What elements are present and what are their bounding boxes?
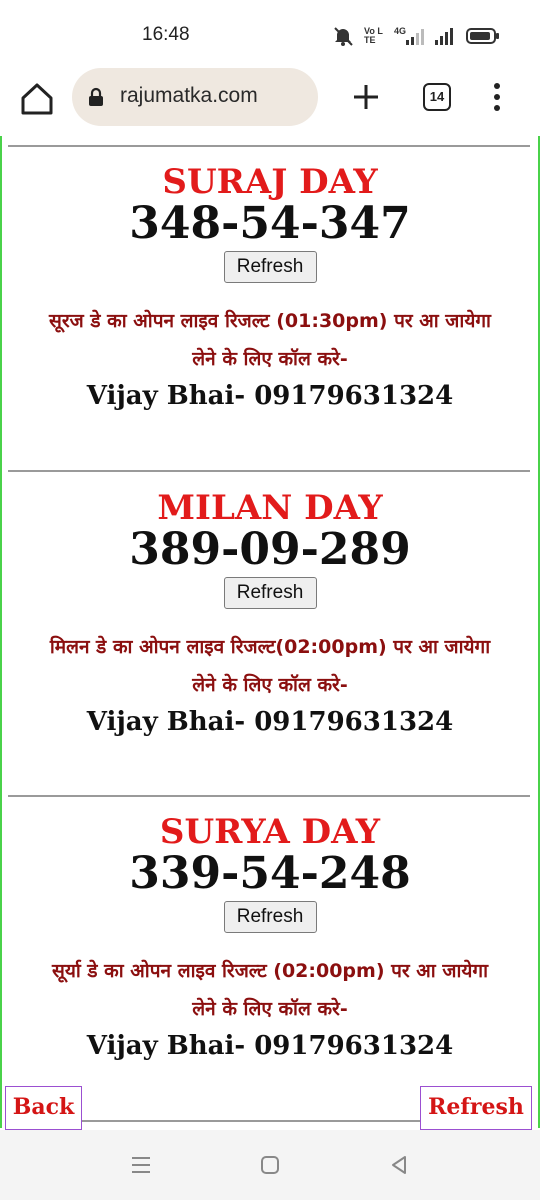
status-time: 16:48	[142, 24, 190, 45]
game-title: MILAN DAY	[157, 488, 383, 528]
call-text: लेने के लिए कॉल करे-	[192, 674, 348, 696]
game-title: SURAJ DAY	[162, 162, 378, 202]
tab-switcher-button[interactable]: 14	[423, 83, 451, 111]
battery-icon	[466, 28, 499, 44]
game-result: 348-54-347	[129, 198, 411, 249]
new-tab-icon[interactable]	[351, 82, 381, 112]
divider	[8, 145, 530, 147]
back-button[interactable]: Back	[5, 1086, 82, 1130]
recents-icon[interactable]	[130, 1155, 152, 1175]
call-text: लेने के लिए कॉल करे-	[192, 348, 348, 370]
result-time-text: सूर्या डे का ओपन लाइव रिजल्ट (02:00pm) प…	[52, 960, 488, 982]
home-nav-icon[interactable]	[260, 1155, 280, 1175]
4g-signal-icon: 4G	[394, 26, 424, 45]
game-result: 389-09-289	[129, 524, 411, 575]
game-block-surya-day: SURYA DAY 339-54-248 Refresh सूर्या डे क…	[0, 812, 540, 1061]
system-nav-bar	[0, 1130, 540, 1200]
status-bar: 16:48 Vo LTE 4G	[0, 0, 540, 68]
page-border-left	[0, 136, 2, 1128]
result-time-text: मिलन डे का ओपन लाइव रिजल्ट(02:00pm) पर आ…	[49, 636, 491, 658]
contact-number: Vijay Bhai- 09179631324	[86, 381, 454, 411]
contact-number: Vijay Bhai- 09179631324	[86, 707, 454, 737]
volte-icon: Vo LTE	[364, 27, 384, 45]
svg-text:4G: 4G	[394, 26, 406, 36]
page-refresh-button[interactable]: Refresh	[420, 1086, 532, 1130]
game-block-suraj-day: SURAJ DAY 348-54-347 Refresh सूरज डे का …	[0, 162, 540, 411]
url-text[interactable]: rajumatka.com	[120, 84, 258, 108]
status-icons: Vo LTE 4G	[332, 26, 500, 46]
refresh-button[interactable]: Refresh	[223, 901, 317, 933]
divider	[8, 795, 530, 797]
game-block-milan-day: MILAN DAY 389-09-289 Refresh मिलन डे का …	[0, 488, 540, 737]
divider	[8, 470, 530, 472]
refresh-button[interactable]: Refresh	[223, 251, 317, 283]
mute-icon	[334, 27, 353, 46]
game-title: SURYA DAY	[159, 812, 381, 852]
game-result: 339-54-248	[129, 848, 411, 899]
call-text: लेने के लिए कॉल करे-	[192, 998, 348, 1020]
refresh-button[interactable]: Refresh	[223, 577, 317, 609]
address-bar[interactable]: rajumatka.com	[72, 68, 318, 126]
web-page: SURAJ DAY 348-54-347 Refresh सूरज डे का …	[0, 136, 540, 1128]
result-time-text: सूरज डे का ओपन लाइव रिजल्ट (01:30pm) पर …	[49, 310, 491, 332]
browser-toolbar: rajumatka.com 14	[0, 68, 540, 136]
overflow-menu-icon[interactable]	[490, 82, 504, 112]
signal-icon	[435, 28, 453, 45]
back-nav-icon[interactable]	[389, 1155, 409, 1175]
lock-icon[interactable]	[88, 87, 104, 107]
home-icon[interactable]	[18, 80, 56, 118]
volte-label: Vo LTE	[364, 26, 383, 45]
contact-number: Vijay Bhai- 09179631324	[86, 1031, 454, 1061]
